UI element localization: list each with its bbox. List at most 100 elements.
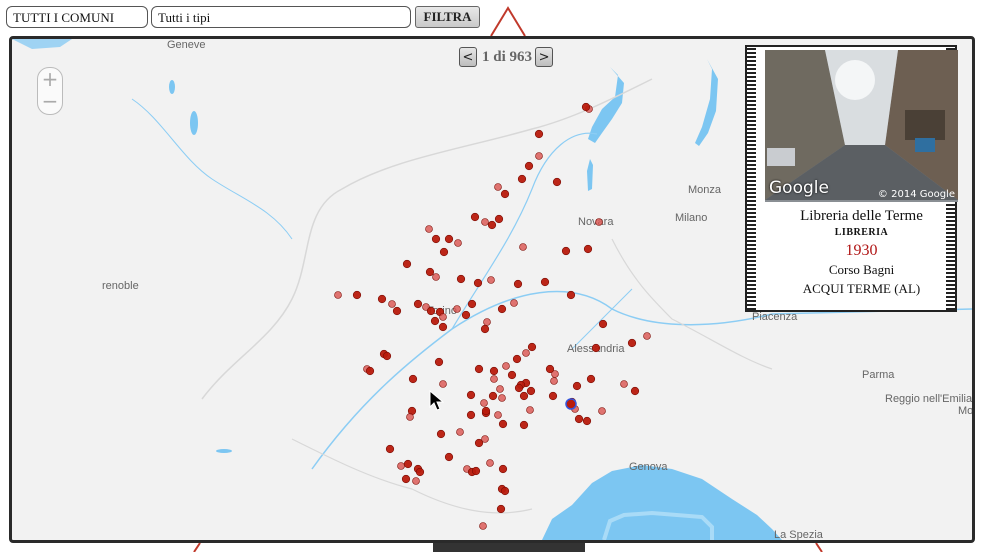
place-marker[interactable]	[444, 234, 454, 244]
place-marker[interactable]	[467, 299, 477, 309]
place-marker[interactable]	[498, 419, 508, 429]
place-marker[interactable]	[471, 466, 481, 476]
type-select[interactable]: Tutti i tipi	[151, 6, 411, 28]
place-marker[interactable]	[479, 522, 487, 530]
place-marker[interactable]	[498, 394, 506, 402]
place-marker[interactable]	[545, 364, 555, 374]
place-marker[interactable]	[456, 274, 466, 284]
place-marker[interactable]	[583, 244, 593, 254]
place-marker[interactable]	[630, 386, 640, 396]
place-marker[interactable]	[494, 214, 504, 224]
place-marker[interactable]	[548, 391, 558, 401]
place-marker[interactable]	[397, 462, 405, 470]
place-marker[interactable]	[438, 322, 448, 332]
place-marker[interactable]	[494, 183, 502, 191]
place-marker[interactable]	[454, 239, 462, 247]
place-marker[interactable]	[598, 319, 608, 329]
place-marker[interactable]	[561, 246, 571, 256]
place-marker[interactable]	[466, 410, 476, 420]
place-marker[interactable]	[502, 362, 510, 370]
place-marker[interactable]	[483, 318, 491, 326]
place-marker[interactable]	[439, 313, 447, 321]
place-marker[interactable]	[406, 413, 414, 421]
place-marker[interactable]	[434, 357, 444, 367]
place-marker[interactable]	[507, 370, 517, 380]
place-marker[interactable]	[500, 189, 510, 199]
place-marker[interactable]	[550, 377, 558, 385]
place-marker[interactable]	[566, 290, 576, 300]
place-marker[interactable]	[461, 310, 471, 320]
place-marker[interactable]	[572, 381, 582, 391]
place-marker[interactable]	[522, 349, 530, 357]
comune-select[interactable]: TUTTI I COMUNI	[6, 6, 148, 28]
place-marker[interactable]	[415, 467, 425, 477]
place-marker[interactable]	[352, 290, 362, 300]
place-marker[interactable]	[402, 259, 412, 269]
place-marker[interactable]	[487, 276, 495, 284]
place-marker[interactable]	[432, 273, 440, 281]
place-marker[interactable]	[591, 343, 601, 353]
place-marker[interactable]	[490, 375, 498, 383]
place-marker[interactable]	[470, 212, 480, 222]
place-marker[interactable]	[481, 218, 489, 226]
place-marker[interactable]	[513, 279, 523, 289]
place-marker[interactable]	[466, 390, 476, 400]
place-marker[interactable]	[431, 234, 441, 244]
place-marker[interactable]	[510, 299, 518, 307]
place-marker[interactable]	[436, 429, 446, 439]
place-marker[interactable]	[526, 386, 536, 396]
map[interactable]: GeneverenobleMonzaMilanoNovaraTorinoAles…	[9, 36, 975, 543]
place-marker[interactable]	[582, 416, 592, 426]
place-marker[interactable]	[473, 278, 483, 288]
place-marker[interactable]	[627, 338, 637, 348]
place-marker[interactable]	[540, 277, 550, 287]
place-marker[interactable]	[574, 414, 584, 424]
place-marker[interactable]	[401, 474, 411, 484]
place-marker[interactable]	[595, 218, 603, 226]
place-marker[interactable]	[519, 243, 527, 251]
place-marker[interactable]	[453, 305, 461, 313]
place-marker[interactable]	[430, 316, 440, 326]
place-marker[interactable]	[494, 411, 502, 419]
place-marker[interactable]	[517, 174, 527, 184]
place-marker[interactable]	[439, 380, 447, 388]
place-marker[interactable]	[382, 351, 392, 361]
place-marker[interactable]	[480, 324, 490, 334]
place-marker[interactable]	[586, 374, 596, 384]
street-view-photo[interactable]: Google © 2014 Google	[765, 50, 958, 202]
place-marker[interactable]	[425, 225, 433, 233]
place-marker[interactable]	[480, 399, 488, 407]
place-marker[interactable]	[413, 299, 423, 309]
place-marker[interactable]	[598, 407, 606, 415]
zoom-in-button[interactable]: +	[38, 68, 62, 90]
place-marker[interactable]	[488, 391, 498, 401]
place-marker[interactable]	[481, 406, 491, 416]
place-marker[interactable]	[581, 102, 591, 112]
place-marker[interactable]	[534, 129, 544, 139]
place-marker[interactable]	[486, 459, 494, 467]
place-marker[interactable]	[535, 152, 543, 160]
place-marker[interactable]	[643, 332, 651, 340]
place-marker[interactable]	[403, 459, 413, 469]
place-marker[interactable]	[497, 304, 507, 314]
place-marker[interactable]	[514, 383, 524, 393]
place-marker[interactable]	[498, 464, 508, 474]
filter-button[interactable]: FILTRA	[415, 6, 480, 28]
place-marker[interactable]	[365, 366, 375, 376]
place-marker[interactable]	[519, 391, 529, 401]
place-marker[interactable]	[489, 366, 499, 376]
place-marker[interactable]	[456, 428, 464, 436]
place-marker[interactable]	[385, 444, 395, 454]
place-marker[interactable]	[496, 504, 506, 514]
place-marker[interactable]	[527, 342, 537, 352]
place-marker[interactable]	[512, 354, 522, 364]
zoom-out-button[interactable]: −	[38, 90, 62, 112]
place-marker[interactable]	[439, 247, 449, 257]
place-marker[interactable]	[552, 177, 562, 187]
place-marker[interactable]	[377, 294, 387, 304]
place-marker[interactable]	[620, 380, 628, 388]
place-marker[interactable]	[412, 477, 420, 485]
place-marker[interactable]	[425, 267, 435, 277]
place-marker[interactable]	[388, 300, 396, 308]
place-marker[interactable]	[408, 374, 418, 384]
